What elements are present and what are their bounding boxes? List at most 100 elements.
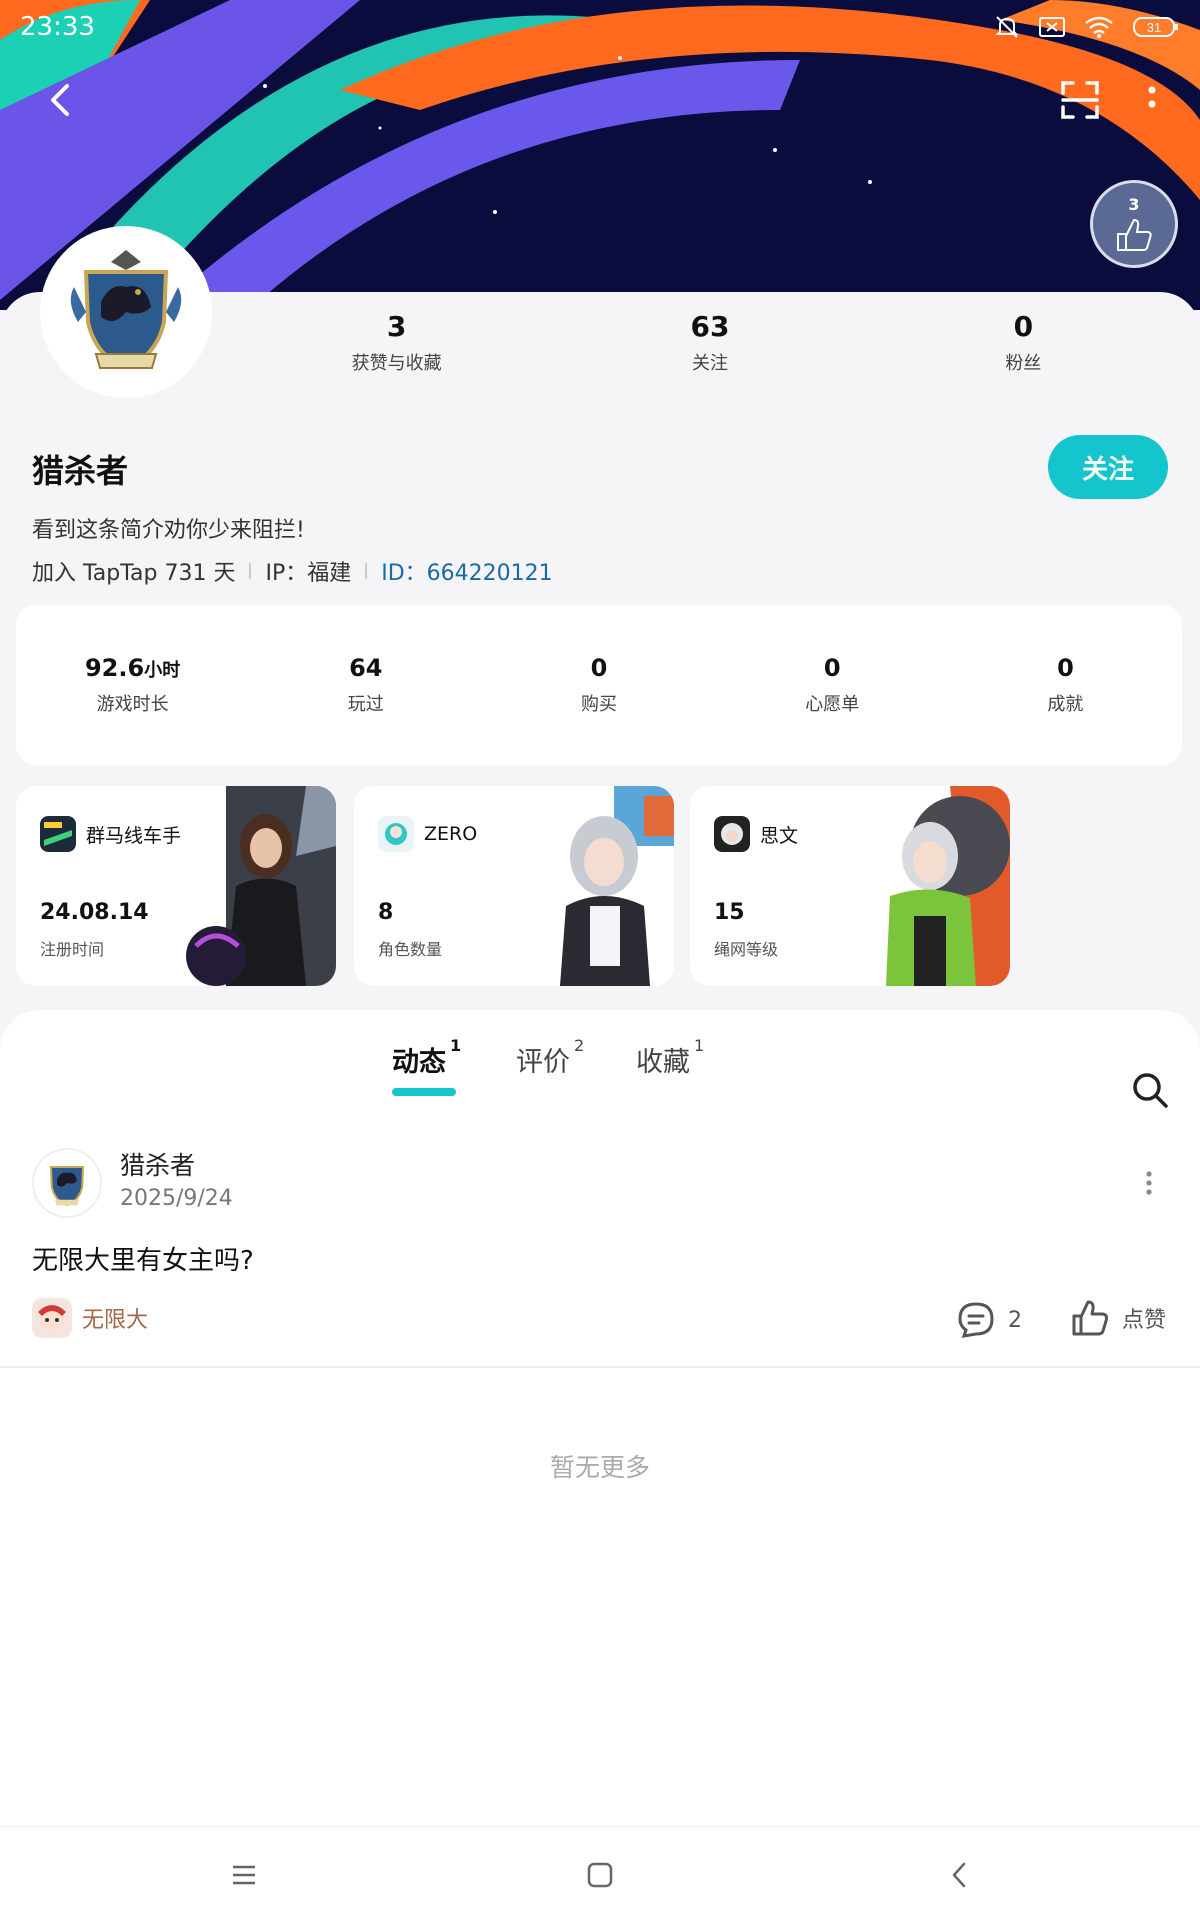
tab-reviews-label: 评价 — [516, 1047, 570, 1078]
system-nav-bar — [0, 1826, 1200, 1920]
post-author-avatar[interactable] — [32, 1148, 102, 1218]
profile-meta: 加入 TapTap 731 天 IP：福建 ID：664220121 — [32, 555, 553, 587]
more-options-button[interactable] — [1122, 70, 1182, 130]
comment-button[interactable]: 2 — [956, 1300, 1022, 1340]
active-tab-indicator — [392, 1088, 456, 1096]
game-stats-panel: 92.6小时 游戏时长 64 玩过 0 购买 0 心愿单 0 成就 — [16, 605, 1182, 765]
stat-played[interactable]: 64 玩过 — [249, 654, 482, 716]
game-card-siwen[interactable]: 思文 15 绳网等级 — [690, 786, 1010, 986]
chevron-left-icon — [952, 1862, 966, 1888]
divider — [249, 563, 252, 579]
status-bar: 23:33 31 — [0, 0, 1200, 54]
tab-moments-count: 1 — [450, 1036, 462, 1055]
comment-icon — [958, 1302, 994, 1338]
game-card-value: 8 — [378, 900, 394, 925]
stat-wishlist[interactable]: 0 心愿单 — [716, 654, 949, 716]
game-cards: 群马线车手 24.08.14 注册时间 ZERO 8 角色数量 思文 15 绳网… — [16, 786, 1182, 986]
status-time: 23:33 — [20, 12, 95, 42]
stat-playtime-unit: 小时 — [144, 660, 181, 681]
username: 猎杀者 — [32, 452, 129, 490]
content-tabs: 动态1 评价2 收藏1 — [0, 1036, 1200, 1108]
zero-game-icon — [378, 816, 414, 852]
system-back-button[interactable] — [938, 1853, 982, 1897]
stat-purchased-value: 0 — [590, 654, 608, 682]
sim-off-icon — [1038, 15, 1066, 39]
game-card-name: 群马线车手 — [86, 824, 182, 847]
top-nav — [0, 70, 1200, 130]
siwen-character-art — [830, 786, 1010, 986]
scan-button[interactable] — [1050, 70, 1110, 130]
post-author-name[interactable]: 猎杀者 — [120, 1146, 195, 1182]
search-icon — [1133, 1073, 1168, 1108]
feed-section: 动态1 评价2 收藏1 猎杀者 2025/9/24 无限大里有女主吗? 无限大 … — [0, 1010, 1200, 1920]
zzz-game-icon — [714, 816, 750, 852]
chevron-left-icon — [51, 84, 69, 116]
search-button[interactable] — [1128, 1068, 1172, 1112]
feed-post[interactable]: 猎杀者 2025/9/24 无限大里有女主吗? 无限大 2 点赞 — [0, 1128, 1200, 1368]
mute-bell-icon — [994, 14, 1020, 40]
comment-count: 2 — [1008, 1307, 1022, 1333]
stat-likes-label: 获赞与收藏 — [351, 353, 442, 374]
tab-reviews[interactable]: 评价2 — [516, 1036, 584, 1079]
stat-fans-label: 粉丝 — [1005, 353, 1042, 374]
home-button[interactable] — [578, 1853, 622, 1897]
tab-moments[interactable]: 动态1 — [392, 1036, 461, 1079]
user-id[interactable]: ID：664220121 — [381, 555, 552, 587]
tab-favorites-count: 1 — [694, 1036, 705, 1055]
post-more-button[interactable] — [1134, 1168, 1164, 1198]
game-card-name: 思文 — [760, 824, 799, 847]
scan-icon — [1061, 81, 1099, 119]
stat-likes-value: 3 — [386, 310, 407, 343]
stat-achievements-label: 成就 — [1047, 694, 1084, 715]
zero-character-art — [560, 786, 674, 986]
divider — [365, 563, 368, 579]
tab-moments-label: 动态 — [392, 1047, 446, 1078]
game-card-value: 15 — [714, 900, 745, 925]
post-date: 2025/9/24 — [120, 1186, 233, 1211]
avatar[interactable] — [40, 226, 212, 398]
back-button[interactable] — [30, 70, 90, 130]
stat-purchased[interactable]: 0 购买 — [482, 654, 715, 716]
like-button[interactable]: 点赞 — [1070, 1298, 1166, 1338]
game-card-name: ZERO — [424, 823, 478, 845]
game-icon — [32, 1298, 72, 1338]
game-card-racer[interactable]: 群马线车手 24.08.14 注册时间 — [16, 786, 336, 986]
stat-following[interactable]: 63 关注 — [553, 310, 866, 390]
ravenclaw-crest-icon — [70, 250, 182, 370]
join-duration: 加入 TapTap 731 天 — [32, 561, 236, 586]
stat-wishlist-label: 心愿单 — [805, 694, 860, 715]
stat-fans-value: 0 — [1013, 310, 1034, 343]
ip-location: IP：福建 — [265, 561, 352, 586]
game-card-zero[interactable]: ZERO 8 角色数量 — [354, 786, 674, 986]
thumbs-up-icon — [1117, 218, 1152, 251]
stat-achievements[interactable]: 0 成就 — [949, 654, 1182, 716]
stat-following-value: 63 — [690, 310, 730, 343]
tab-favorites[interactable]: 收藏1 — [636, 1036, 704, 1079]
stat-wishlist-value: 0 — [823, 654, 841, 682]
racer-character-art — [186, 786, 336, 986]
stat-likes[interactable]: 3 获赞与收藏 — [240, 310, 553, 390]
wifi-icon — [1084, 15, 1114, 39]
racing-game-icon — [40, 816, 76, 852]
game-card-value: 24.08.14 — [40, 900, 149, 925]
post-game-tag[interactable]: 无限大 — [32, 1298, 148, 1338]
game-card-label: 注册时间 — [40, 940, 105, 959]
post-game-name: 无限大 — [82, 1308, 149, 1333]
bio: 看到这条简介劝你少来阻拦! — [32, 518, 305, 543]
battery-icon: 31 — [1132, 15, 1180, 39]
more-vertical-icon — [1146, 1171, 1152, 1195]
like-medal-badge[interactable]: 3 — [1090, 180, 1178, 268]
thumbs-up-icon — [1072, 1300, 1109, 1336]
tab-favorites-label: 收藏 — [636, 1047, 690, 1078]
stat-played-value: 64 — [349, 654, 383, 682]
menu-button[interactable] — [222, 1853, 266, 1897]
stat-playtime-value: 92.6 — [84, 654, 145, 682]
medal-count: 3 — [1128, 194, 1140, 214]
tab-reviews-count: 2 — [574, 1036, 585, 1055]
stat-playtime-label: 游戏时长 — [96, 694, 169, 715]
stat-playtime[interactable]: 92.6小时 游戏时长 — [16, 654, 249, 716]
stat-fans[interactable]: 0 粉丝 — [867, 310, 1180, 390]
follow-button[interactable]: 关注 — [1048, 435, 1168, 499]
stat-purchased-label: 购买 — [581, 694, 617, 715]
stat-following-label: 关注 — [691, 353, 728, 374]
